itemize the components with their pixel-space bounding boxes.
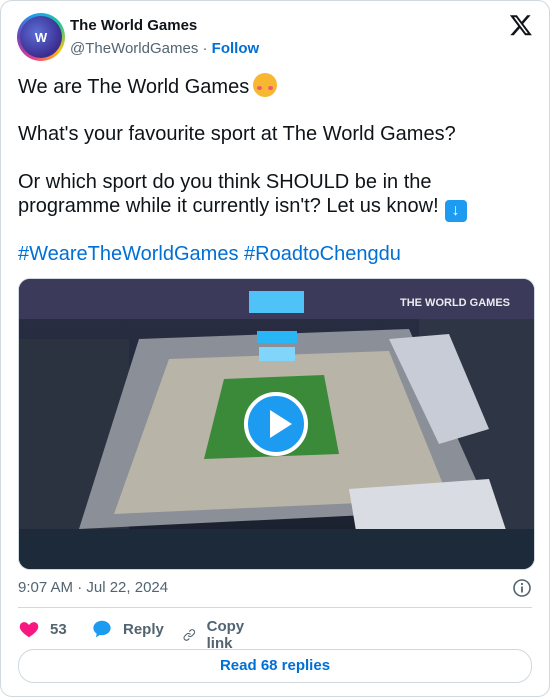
follow-button[interactable]: Follow xyxy=(212,40,260,57)
heart-icon xyxy=(19,622,39,638)
avatar[interactable]: W xyxy=(17,13,65,61)
author-name[interactable]: The World Games xyxy=(70,17,197,34)
link-icon xyxy=(183,629,196,641)
down-arrow-icon: ↓ xyxy=(444,200,467,222)
reply-label: Reply xyxy=(123,620,164,638)
reply-bubble-icon xyxy=(93,620,111,638)
like-count: 53 xyxy=(50,620,67,638)
video-thumbnail[interactable]: THE WORLD GAMES xyxy=(18,278,535,570)
divider xyxy=(18,607,532,608)
author-handle-row: @TheWorldGames · Follow xyxy=(70,40,259,57)
hashtag-link[interactable]: #WeareTheWorldGames xyxy=(18,243,238,265)
copy-link-button[interactable]: Copy link xyxy=(182,618,252,652)
info-icon[interactable] xyxy=(512,578,532,598)
copy-link-label: Copy link xyxy=(206,618,245,652)
x-logo-icon[interactable] xyxy=(509,13,533,37)
avatar-logo: W xyxy=(20,16,62,58)
reply-button[interactable]: Reply xyxy=(91,618,164,640)
tweet-line-1: We are The World Games xyxy=(18,76,250,98)
smiling-face-with-hearts-icon xyxy=(253,73,278,97)
tweet-header: W The World Games @TheWorldGames · Follo… xyxy=(17,13,533,63)
tweet-line-3: Or which sport do you think SHOULD be in… xyxy=(18,171,432,193)
tweet-timestamp[interactable]: 9:07 AM · Jul 22, 2024 xyxy=(18,579,168,596)
play-button-icon[interactable] xyxy=(244,392,308,456)
tweet-card: W The World Games @TheWorldGames · Follo… xyxy=(0,0,550,697)
like-button[interactable]: 53 xyxy=(18,618,67,640)
tweet-line-4: programme while it currently isn't? Let … xyxy=(18,195,439,217)
read-replies-button[interactable]: Read 68 replies xyxy=(18,649,532,683)
author-handle[interactable]: @TheWorldGames xyxy=(70,40,198,57)
hashtag-line: #WeareTheWorldGames #RoadtoChengdu xyxy=(18,242,401,266)
tweet-line-2: What's your favourite sport at The World… xyxy=(18,123,456,145)
separator: · xyxy=(202,40,208,57)
hashtag-link[interactable]: #RoadtoChengdu xyxy=(244,243,401,265)
watermark-logo: THE WORLD GAMES xyxy=(400,297,510,309)
